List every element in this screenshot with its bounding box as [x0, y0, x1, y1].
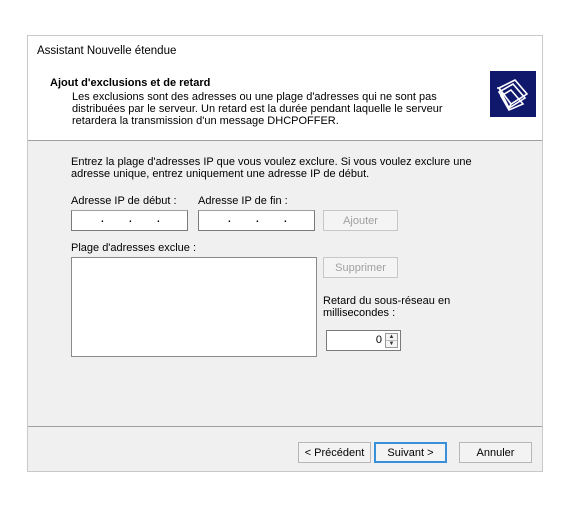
folders-icon: [490, 71, 536, 117]
excluded-range-list[interactable]: [71, 257, 317, 357]
next-button[interactable]: Suivant >: [374, 442, 447, 463]
intro-text: Entrez la plage d'adresses IP que vous v…: [71, 156, 472, 180]
remove-button[interactable]: Supprimer: [323, 257, 398, 278]
stepper-up-icon[interactable]: ▲: [386, 334, 397, 341]
add-button[interactable]: Ajouter: [323, 210, 398, 231]
start-ip-label: Adresse IP de début :: [71, 195, 177, 207]
delay-stepper[interactable]: 0 ▲ ▼: [326, 330, 401, 351]
excluded-range-label: Plage d'adresses exclue :: [71, 242, 197, 254]
stepper-arrows[interactable]: ▲ ▼: [385, 333, 398, 348]
cancel-button[interactable]: Annuler: [459, 442, 532, 463]
wizard-header: Ajout d'exclusions et de retard Les excl…: [28, 66, 542, 141]
wizard-window: Assistant Nouvelle étendue Ajout d'exclu…: [27, 35, 543, 472]
start-ip-input[interactable]: ...: [71, 210, 188, 231]
back-button[interactable]: < Précédent: [298, 442, 371, 463]
page-title: Ajout d'exclusions et de retard: [50, 77, 211, 89]
stepper-down-icon[interactable]: ▼: [386, 341, 397, 347]
title-bar: Assistant Nouvelle étendue: [28, 36, 542, 66]
end-ip-input[interactable]: ...: [198, 210, 315, 231]
end-ip-label: Adresse IP de fin :: [198, 195, 288, 207]
page-description: Les exclusions sont des adresses ou une …: [72, 91, 443, 127]
window-title: Assistant Nouvelle étendue: [37, 45, 177, 57]
delay-value: 0: [375, 334, 382, 346]
footer-divider: [28, 426, 542, 427]
delay-label: Retard du sous-réseau en millisecondes :: [323, 295, 451, 319]
